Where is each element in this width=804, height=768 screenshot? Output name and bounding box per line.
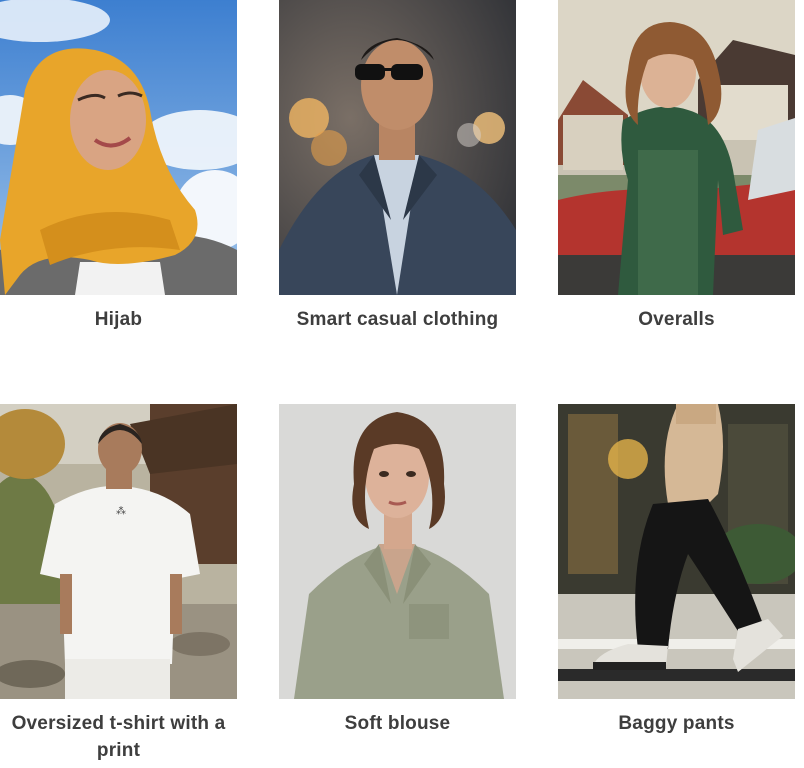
hijab-photo [0,0,237,295]
svg-text:⁂: ⁂ [116,505,126,517]
overalls-photo [558,0,795,295]
person-suit-icon [279,0,516,295]
soft-blouse-label: Soft blouse [344,713,451,734]
baggy-pants-photo [558,404,795,699]
smart-casual-photo [279,0,516,295]
person-hijab-icon [0,0,237,295]
oversized-tshirt-photo: ⁂ [0,404,237,699]
person-tshirt-icon: ⁂ [0,404,237,699]
smart-casual-label: Smart casual clothing [296,309,499,330]
person-overalls-icon [558,0,795,295]
style-gallery: Hijab Smart casual clothing Overalls ⁂ O… [0,0,804,768]
baggy-pants-label: Baggy pants [618,713,735,734]
soft-blouse-photo [279,404,516,699]
person-blouse-icon [279,404,516,699]
person-baggy-pants-icon [558,404,795,699]
oversized-tshirt-label: Oversized t-shirt with a print [11,713,226,761]
hijab-label: Hijab [94,309,143,330]
overalls-label: Overalls [638,309,715,330]
